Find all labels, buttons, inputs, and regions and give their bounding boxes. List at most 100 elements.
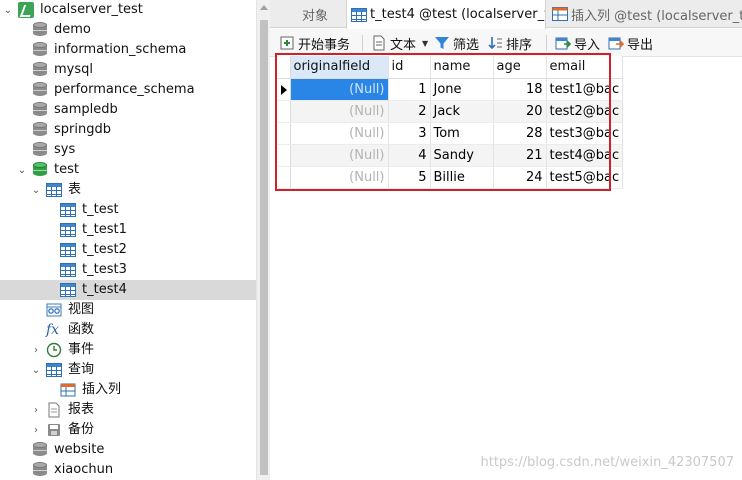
tree-item-events[interactable]: › 事件 — [0, 340, 256, 360]
navigation-tree: ⌄ localserver_test demo information_sche… — [0, 0, 256, 480]
text-document-icon — [371, 35, 387, 51]
tree-item-reports[interactable]: › 报表 — [0, 400, 256, 420]
tree-item-label: 视图 — [68, 302, 95, 317]
tree-item-database[interactable]: mysql — [0, 60, 256, 80]
tree-item-database[interactable]: website — [0, 440, 256, 460]
export-button[interactable]: 导出 — [608, 33, 653, 53]
toolbar-label: 排序 — [506, 37, 533, 53]
sidebar-scrollbar[interactable] — [256, 0, 270, 480]
query-icon — [46, 363, 62, 377]
tree-item-label: t_test3 — [82, 262, 127, 277]
chevron-right-icon[interactable]: › — [30, 340, 42, 360]
tree-item-table[interactable]: t_test3 — [0, 260, 256, 280]
tree-item-label: performance_schema — [54, 82, 195, 97]
tree-item-label: sampledb — [54, 102, 118, 117]
query-icon — [552, 7, 568, 21]
tree-item-backups[interactable]: › 备份 — [0, 420, 256, 440]
tree-item-label: 事件 — [68, 342, 95, 357]
chevron-down-icon[interactable]: ⌄ — [30, 360, 42, 380]
toolbar-label: 导入 — [574, 37, 601, 53]
text-view-button[interactable]: 文本 ▼ — [371, 33, 428, 53]
tree-item-functions[interactable]: fx 函数 — [0, 320, 256, 340]
tab-insert-column-query[interactable]: 插入列 @test (localserver_te... — [548, 0, 742, 28]
tree-item-label: 查询 — [68, 362, 95, 377]
tree-item-label: 插入列 — [82, 382, 122, 397]
database-icon — [33, 102, 47, 117]
table-icon — [60, 223, 76, 237]
tree-item-server[interactable]: ⌄ localserver_test — [0, 0, 256, 20]
sort-button[interactable]: 排序 — [487, 33, 532, 53]
tree-item-label: sys — [54, 142, 76, 157]
tree-item-table[interactable]: t_test1 — [0, 220, 256, 240]
dropdown-arrow-icon[interactable]: ▼ — [422, 39, 428, 48]
begin-transaction-button[interactable]: 开始事务 — [279, 33, 350, 53]
tree-item-label: demo — [54, 22, 91, 37]
chevron-down-icon[interactable]: ⌄ — [2, 0, 14, 20]
database-icon — [33, 462, 47, 477]
tree-item-database[interactable]: information_schema — [0, 40, 256, 60]
tree-item-database[interactable]: performance_schema — [0, 80, 256, 100]
tree-item-query[interactable]: 插入列 — [0, 380, 256, 400]
tree-item-database[interactable]: xiaochun — [0, 460, 256, 480]
tree-item-label: 报表 — [68, 402, 95, 417]
tree-item-database[interactable]: springdb — [0, 120, 256, 140]
scroll-thumb[interactable] — [260, 20, 268, 475]
chevron-down-icon[interactable]: ⌄ — [30, 180, 42, 200]
toolbar-divider — [362, 35, 363, 51]
query-icon — [60, 382, 76, 398]
tree-item-label: t_test1 — [82, 222, 127, 237]
tab-objects[interactable]: 对象 — [280, 0, 350, 28]
report-icon — [46, 402, 62, 418]
tab-label: t_test4 @test (localserver_te... — [370, 7, 545, 22]
table-icon — [351, 7, 367, 22]
tree-item-label: t_test2 — [82, 242, 127, 257]
tree-item-label: t_test — [82, 202, 119, 217]
main-panel: 对象 t_test4 @test (localserver_te... 插入列 … — [270, 0, 742, 480]
tree-item-tables-folder[interactable]: ⌄ 表 — [0, 180, 256, 200]
tree-item-views[interactable]: 视图 — [0, 300, 256, 320]
database-open-icon — [33, 162, 47, 177]
tree-item-label: xiaochun — [54, 462, 114, 477]
toolbar-label: 文本 — [390, 37, 417, 53]
server-connection-icon — [18, 2, 34, 18]
tree-item-table-selected[interactable]: t_test4 — [0, 280, 256, 300]
backup-icon — [46, 422, 62, 438]
table-icon — [60, 283, 76, 297]
database-icon — [33, 442, 47, 457]
tree-item-table[interactable]: t_test — [0, 200, 256, 220]
database-icon — [33, 142, 47, 157]
export-icon — [608, 35, 625, 51]
tree-item-label: springdb — [54, 122, 111, 137]
tree-item-table[interactable]: t_test2 — [0, 240, 256, 260]
filter-icon — [434, 35, 450, 51]
import-icon — [555, 35, 572, 51]
tab-label: 对象 — [301, 8, 328, 24]
tree-item-queries[interactable]: ⌄ 查询 — [0, 360, 256, 380]
tree-item-database[interactable]: demo — [0, 20, 256, 40]
clock-icon — [46, 342, 62, 358]
tree-item-label: information_schema — [54, 42, 187, 57]
toolbar-label: 开始事务 — [298, 37, 351, 53]
sort-icon — [487, 35, 503, 51]
tree-item-database[interactable]: sampledb — [0, 100, 256, 120]
filter-button[interactable]: 筛选 — [434, 33, 479, 53]
scroll-up-arrow-icon[interactable] — [260, 5, 268, 10]
tree-item-label: localserver_test — [40, 2, 143, 17]
chevron-right-icon[interactable]: › — [30, 420, 42, 440]
tree-item-label: 函数 — [68, 322, 95, 337]
tree-item-database[interactable]: sys — [0, 140, 256, 160]
tab-label: 插入列 @test (localserver_te... — [571, 8, 742, 24]
tab-bar: 对象 t_test4 @test (localserver_te... 插入列 … — [270, 0, 742, 29]
chevron-right-icon[interactable]: › — [30, 400, 42, 420]
function-icon: fx — [46, 322, 60, 338]
toolbar-label: 筛选 — [453, 37, 480, 53]
tree-item-label: t_test4 — [82, 282, 127, 297]
import-button[interactable]: 导入 — [555, 33, 600, 53]
watermark: https://blog.csdn.net/weixin_42307507 — [480, 455, 734, 470]
tab-t-test4[interactable]: t_test4 @test (localserver_te... — [346, 0, 546, 29]
chevron-down-icon[interactable]: ⌄ — [16, 160, 28, 180]
highlight-frame — [275, 53, 611, 191]
tree-item-database-open[interactable]: ⌄ test — [0, 160, 256, 180]
tree-item-label: 备份 — [68, 422, 95, 437]
database-icon — [33, 122, 47, 137]
